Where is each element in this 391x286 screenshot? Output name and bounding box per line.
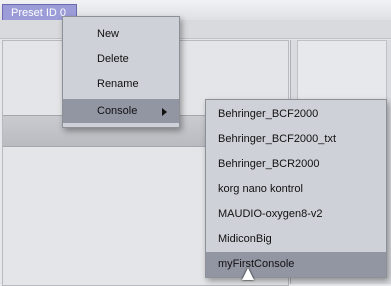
submenu-item-behringer-bcr2000[interactable]: Behringer_BCR2000 (206, 152, 386, 177)
submenu-item-myfirstconsole[interactable]: myFirstConsole (206, 252, 386, 277)
triangle-right-icon (162, 108, 167, 116)
submenu-item-maudio-oxygen8-v2[interactable]: MAUDIO-oxygen8-v2 (206, 202, 386, 227)
context-menu: New Delete Rename Console (62, 16, 180, 128)
mouse-pointer-icon (242, 268, 254, 280)
menu-item-delete[interactable]: Delete (63, 47, 179, 71)
toolbar-strip (0, 20, 391, 39)
submenu-item-midiconbig[interactable]: MidiconBig (206, 227, 386, 252)
submenu-item-behringer-bcf2000-txt[interactable]: Behringer_BCF2000_txt (206, 127, 386, 152)
submenu-item-behringer-bcf2000[interactable]: Behringer_BCF2000 (206, 102, 386, 127)
menu-item-console[interactable]: Console (63, 99, 179, 123)
submenu-item-korg-nano-kontrol[interactable]: korg nano kontrol (206, 177, 386, 202)
top-toolbar: Preset ID 0 (0, 0, 391, 21)
menu-item-new[interactable]: New (63, 22, 179, 46)
menu-item-rename[interactable]: Rename (63, 72, 179, 96)
console-submenu: Behringer_BCF2000 Behringer_BCF2000_txt … (205, 99, 387, 278)
menu-item-console-label: Console (97, 105, 138, 117)
